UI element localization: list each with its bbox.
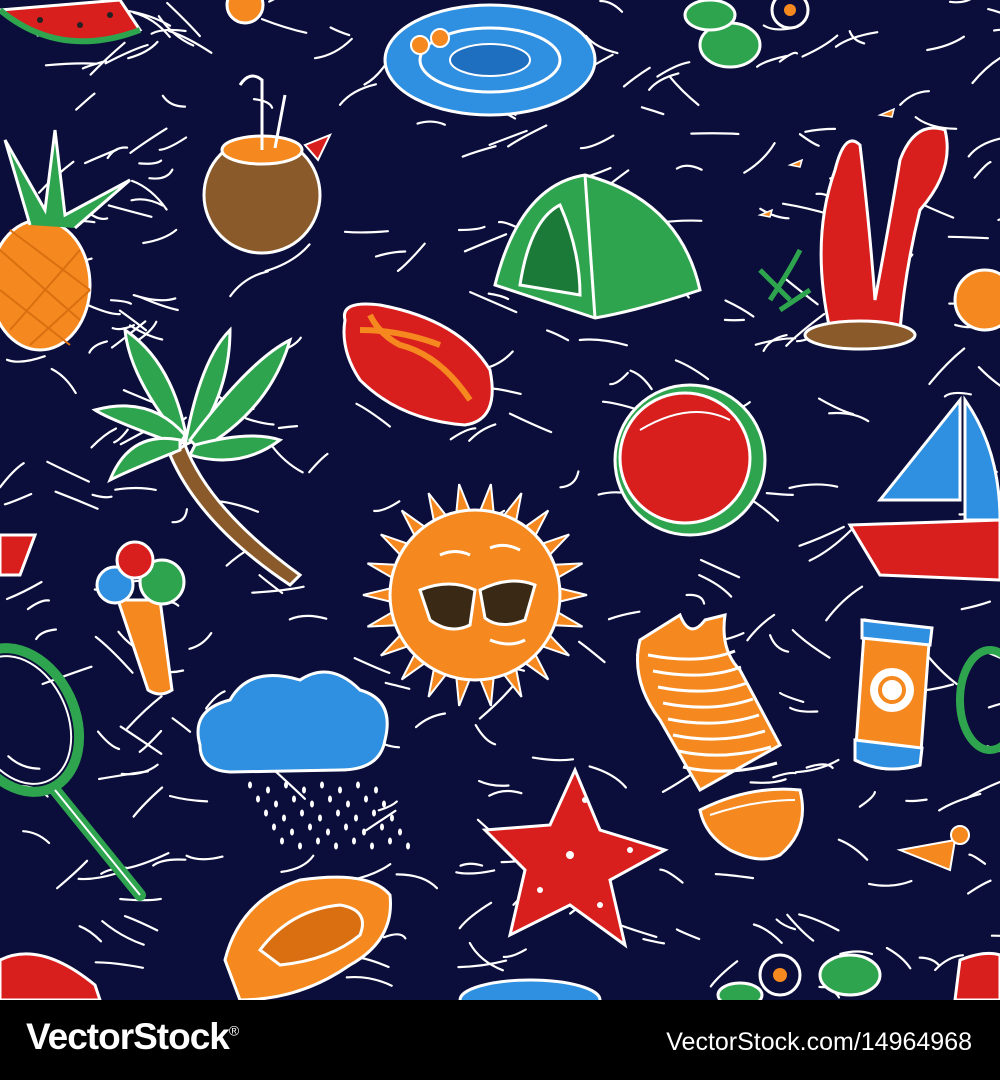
registered-mark: ®: [228, 1022, 239, 1039]
summer-doodle-pattern: [0, 0, 1000, 1000]
raindrop: [372, 809, 376, 817]
raindrop: [292, 795, 296, 803]
raindrop: [370, 842, 374, 850]
raindrop: [336, 809, 340, 817]
raindrop: [248, 781, 252, 789]
raindrop: [300, 809, 304, 817]
watermelon-slice-icon: [953, 951, 1000, 1000]
raindrop: [284, 781, 288, 789]
brand-name: VectorStock: [26, 1016, 230, 1057]
pattern-canvas: [0, 0, 1000, 1000]
raindrop: [302, 786, 306, 794]
raindrop: [388, 837, 392, 845]
raindrop: [326, 828, 330, 836]
raindrop: [280, 837, 284, 845]
pool-float-icon: [383, 3, 597, 117]
raindrop: [308, 823, 312, 831]
raindrop: [406, 842, 410, 850]
raindrop: [310, 800, 314, 808]
raindrop: [354, 814, 358, 822]
raindrop: [320, 781, 324, 789]
raindrop: [266, 786, 270, 794]
orange-fruit-icon: [225, 0, 265, 25]
raindrop: [356, 781, 360, 789]
wave-stroke: [947, 235, 989, 240]
raindrop: [256, 795, 260, 803]
raindrop: [382, 800, 386, 808]
raindrop: [346, 800, 350, 808]
raindrop: [264, 809, 268, 817]
raindrop: [380, 823, 384, 831]
raindrop: [374, 786, 378, 794]
raindrop: [344, 823, 348, 831]
raindrop: [334, 842, 338, 850]
raindrop: [298, 842, 302, 850]
sunscreen-bottle-icon: [853, 618, 934, 771]
raindrop: [318, 814, 322, 822]
raindrop: [274, 800, 278, 808]
beach-ball-icon: [613, 383, 767, 537]
image-id-url: VectorStock.com/14964968: [666, 1028, 972, 1056]
raindrop: [290, 828, 294, 836]
raindrop: [338, 786, 342, 794]
raindrop: [316, 837, 320, 845]
raindrop: [352, 837, 356, 845]
raindrop: [282, 814, 286, 822]
raindrop: [390, 814, 394, 822]
raindrop: [364, 795, 368, 803]
wave-stroke: [343, 230, 389, 234]
raindrop: [362, 828, 366, 836]
orange-fruit-icon: [953, 268, 1000, 332]
watermark-footer: VectorStock® VectorStock.com/14964968: [0, 1000, 1000, 1080]
raindrop: [328, 795, 332, 803]
wave-stroke: [690, 132, 740, 136]
raindrop: [398, 828, 402, 836]
raindrop: [272, 823, 276, 831]
vectorstock-logo: VectorStock®: [26, 1016, 239, 1058]
